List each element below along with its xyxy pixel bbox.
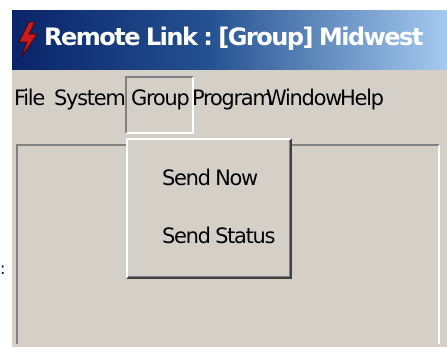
menu-program[interactable]: Program xyxy=(192,86,273,110)
title-bar[interactable]: Remote Link : [Group] Midwest xyxy=(12,10,447,70)
menu-system[interactable]: System xyxy=(54,86,126,110)
window-title: Remote Link : [Group] Midwest xyxy=(44,23,423,51)
group-menu-dropdown: Send Now Send Status xyxy=(126,138,292,279)
edge-glyph: : xyxy=(0,259,6,278)
menu-help[interactable]: Help xyxy=(340,86,384,110)
menu-group[interactable]: Group xyxy=(125,76,195,134)
menu-item-send-status[interactable]: Send Status xyxy=(162,224,275,248)
menu-file[interactable]: File xyxy=(14,86,45,110)
menu-window[interactable]: Window xyxy=(266,86,342,110)
menu-bar: File System Group Program Window Help xyxy=(12,70,447,140)
menu-item-send-now[interactable]: Send Now xyxy=(162,166,258,190)
red-lightning-bolt-icon xyxy=(18,22,38,58)
